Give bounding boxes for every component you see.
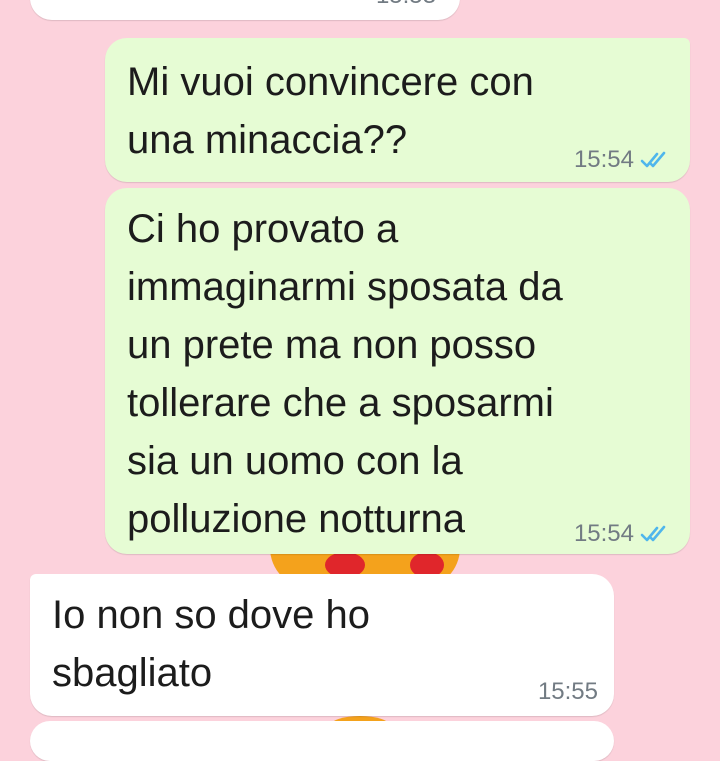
message-meta: 15:55: [538, 678, 598, 706]
message-bubble-incoming[interactable]: [30, 721, 614, 761]
message-meta: 15:54: [574, 146, 670, 174]
message-text: Io non so dove ho sbagliato: [52, 593, 371, 695]
double-check-icon: [640, 524, 670, 544]
message-bubble-outgoing[interactable]: Mi vuoi convincere con una minaccia?? 15…: [105, 38, 690, 182]
message-timestamp: 15:54: [573, 146, 634, 173]
message-timestamp-wrap: 15:53: [376, 0, 436, 10]
message-meta: 15:54: [574, 520, 670, 548]
chat-conversation: 15:53 Mi vuoi convincere con una minacci…: [0, 0, 720, 761]
message-text: Ci ho provato a immaginarmi sposata da u…: [127, 207, 563, 541]
message-bubble-incoming[interactable]: Io non so dove ho sbagliato 15:55: [30, 574, 614, 716]
message-text: Mi vuoi convincere con una minaccia??: [127, 60, 534, 162]
double-check-icon: [640, 150, 670, 170]
message-timestamp: 15:53: [376, 0, 436, 10]
message-bubble-incoming[interactable]: 15:53: [30, 0, 460, 20]
message-timestamp: 15:55: [537, 678, 598, 705]
message-timestamp: 15:54: [573, 520, 634, 547]
message-bubble-outgoing[interactable]: Ci ho provato a immaginarmi sposata da u…: [105, 188, 690, 554]
